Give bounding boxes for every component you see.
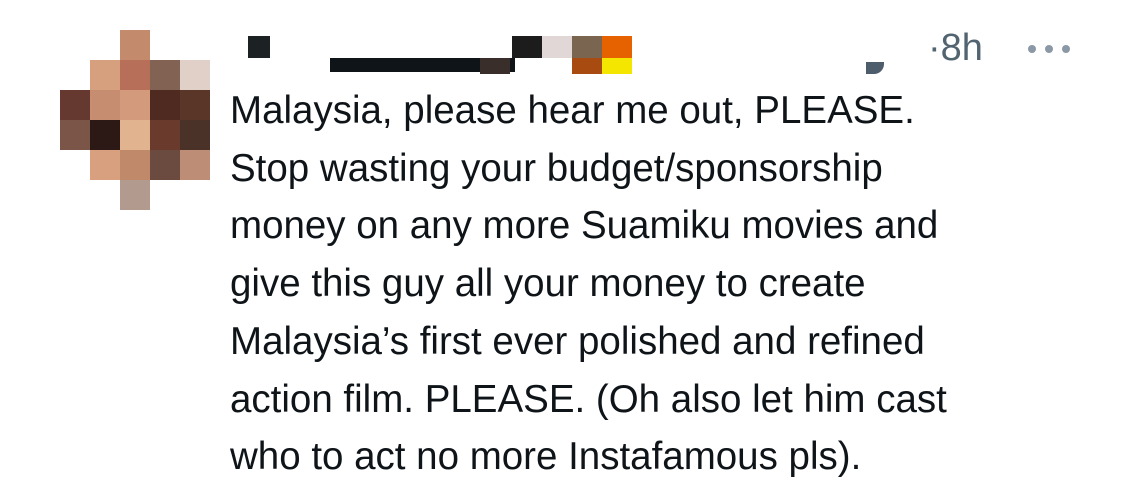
tweet-text-line: Malaysia’s first ever polished and refin…	[230, 319, 925, 363]
tweet-text: Malaysia, please hear me out, PLEASE. St…	[230, 82, 1110, 486]
tweet-text-line: action film. PLEASE. (Oh also let him ca…	[230, 377, 947, 421]
more-options-button[interactable]	[1026, 30, 1072, 64]
tweet[interactable]: ·8h Malaysia, please hear me out, PLEASE…	[0, 0, 1125, 489]
avatar[interactable]	[60, 30, 210, 210]
timestamp[interactable]: ·8h	[928, 26, 983, 70]
redacted-username[interactable]	[230, 28, 930, 88]
tweet-text-line: money on any more Suamiku movies and	[230, 204, 939, 248]
tweet-text-line: Malaysia, please hear me out, PLEASE.	[230, 89, 915, 132]
separator-dot: ·	[928, 27, 941, 69]
more-horizontal-icon	[1028, 45, 1070, 53]
tweet-text-line: give this guy all your money to create	[230, 262, 866, 306]
tweet-text-line: Stop wasting your budget/sponsorship	[230, 146, 883, 190]
tweet-text-line: who to act no more Instafamous pls).	[230, 435, 862, 479]
timestamp-text: 8h	[940, 27, 983, 69]
